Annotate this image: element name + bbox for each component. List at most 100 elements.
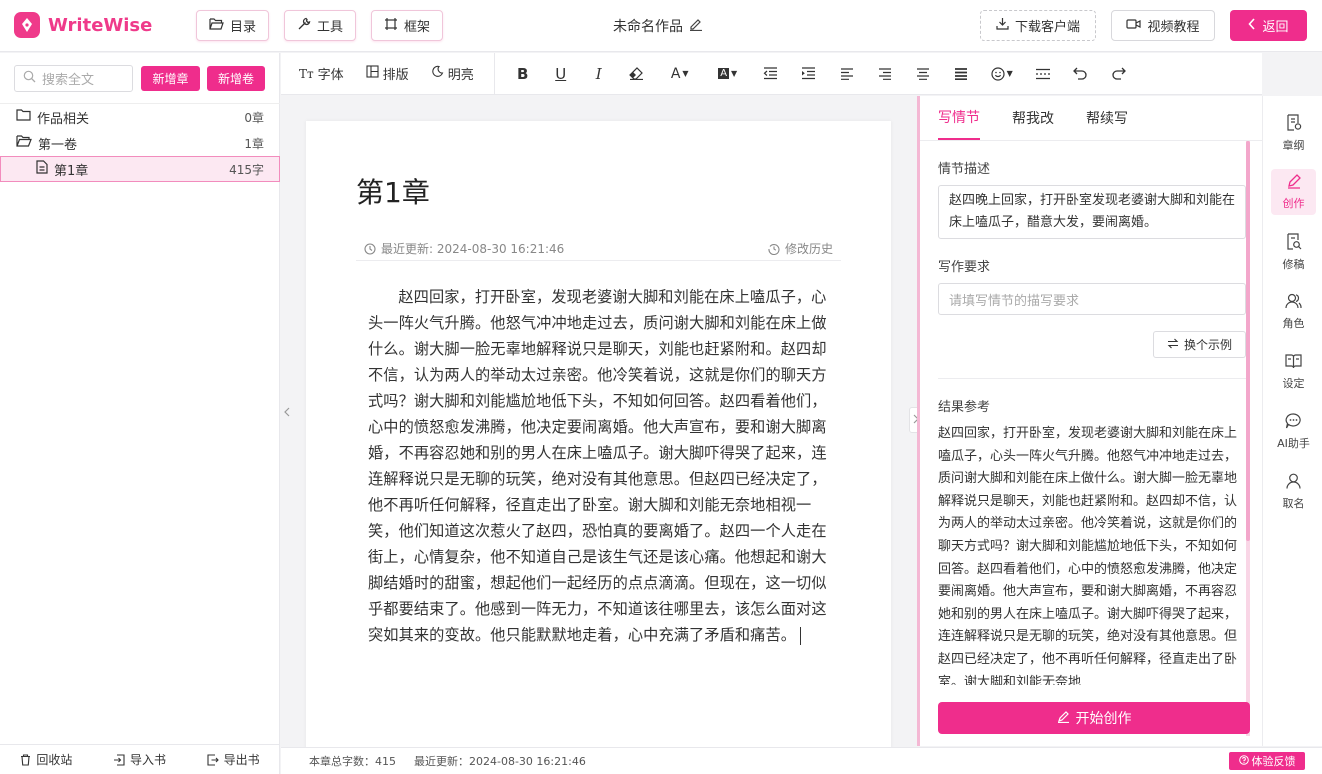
align-left-icon[interactable] (837, 64, 857, 84)
result-label: 结果参考 (938, 400, 991, 415)
divider-line-icon[interactable] (1033, 64, 1053, 84)
left-sidebar: 搜索全文 新增章 新增卷 作品相关 0章 第一卷 1章 第1章 415字 回收站… (0, 53, 280, 774)
search-placeholder: 搜索全文 (42, 73, 95, 88)
panel-tabs: 写情节 帮我改 帮续写 (938, 96, 1128, 140)
search-input[interactable]: 搜索全文 (14, 65, 133, 92)
tree-item-works[interactable]: 作品相关 0章 (0, 104, 280, 130)
rail-item-create[interactable]: 创作 (1271, 169, 1316, 215)
download-client-button[interactable]: 下载客户端 (980, 10, 1096, 41)
app-name: WriteWise (48, 14, 153, 36)
pen-icon (1057, 710, 1070, 727)
help-icon (1238, 754, 1249, 768)
swap-icon (1167, 338, 1179, 352)
tree-item-chapter-1[interactable]: 第1章 415字 (0, 156, 280, 182)
import-book-button[interactable]: 导入书 (113, 751, 166, 768)
video-tutorial-button[interactable]: 视频教程 (1111, 10, 1215, 41)
result-text: 赵四回家，打开卧室，发现老婆谢大脚和刘能在床上嗑瓜子，心头一阵火气升腾。他怒气冲… (938, 426, 1238, 685)
edit-pencil-icon[interactable] (689, 17, 703, 35)
export-book-button[interactable]: 导出书 (207, 751, 260, 768)
new-volume-button[interactable]: 新增卷 (207, 66, 265, 91)
undo-icon[interactable] (1071, 64, 1091, 84)
tab-help-edit[interactable]: 帮我改 (1012, 96, 1054, 140)
folder-icon (16, 109, 31, 125)
rail-item-settings[interactable]: 设定 (1271, 349, 1316, 395)
redo-icon[interactable] (1109, 64, 1129, 84)
rail-item-revise[interactable]: 修稿 (1271, 229, 1316, 275)
tools-button[interactable]: 工具 (284, 10, 357, 41)
wrench-icon (297, 17, 311, 35)
swap-example-button[interactable]: 换个示例 (1153, 331, 1246, 358)
layout-icon (366, 65, 379, 82)
rail-item-ai-assistant[interactable]: AI助手 (1271, 409, 1316, 455)
rail-item-naming[interactable]: 取名 (1271, 469, 1316, 515)
font-size-icon: Tт (299, 66, 314, 81)
frame-button[interactable]: 框架 (371, 10, 444, 41)
layout-button[interactable]: 排版 (366, 64, 409, 83)
logo-pen-icon (14, 12, 40, 38)
editor-area: 第1章 最近更新: 2024-08-30 16:21:46 修改历史 赵四回家，… (281, 96, 916, 751)
align-right-icon[interactable] (875, 64, 895, 84)
status-bar: 本章总字数：415 最近更新：2024-08-30 16:21:46 (281, 747, 1322, 774)
text-caret (800, 626, 802, 645)
tree-item-volume-1[interactable]: 第一卷 1章 (0, 130, 280, 156)
editor-page[interactable]: 第1章 最近更新: 2024-08-30 16:21:46 修改历史 赵四回家，… (306, 121, 891, 751)
align-justify-icon[interactable] (951, 64, 971, 84)
trash-icon (20, 753, 31, 766)
chat-bubble-icon (1285, 413, 1302, 432)
tab-write-plot[interactable]: 写情节 (938, 96, 980, 140)
collapse-sidebar-toggle[interactable] (281, 400, 293, 426)
font-color-icon[interactable]: A ▼ (665, 64, 695, 84)
users-icon (1285, 293, 1302, 312)
plot-description-input[interactable]: 赵四晚上回家，打开卧室发现老婆谢大脚和刘能在床上嗑瓜子，醋意大发，要闹离婚。 (938, 185, 1246, 239)
highlight-color-icon[interactable]: A ▼ (713, 64, 743, 84)
last-update: 最近更新: 2024-08-30 16:21:46 (364, 237, 564, 260)
document-title[interactable]: 未命名作品 (613, 16, 703, 36)
new-chapter-button[interactable]: 新增章 (141, 66, 200, 91)
rail-item-outline[interactable]: 章纲 (1271, 110, 1316, 156)
folder-open-icon (16, 135, 32, 151)
search-icon (23, 70, 36, 87)
history-icon (768, 243, 780, 255)
eraser-icon[interactable] (627, 64, 647, 84)
book-open-icon (1285, 353, 1302, 372)
pen-icon (1286, 173, 1302, 192)
ai-writing-panel: 写情节 帮我改 帮续写 情节描述 赵四晚上回家，打开卧室发现老婆谢大脚和刘能在床… (917, 96, 1262, 746)
download-icon (996, 17, 1009, 34)
italic-icon[interactable]: I (589, 64, 609, 84)
moon-icon (431, 65, 444, 82)
requirement-input[interactable]: 请填写情节的描写要求 (938, 283, 1246, 315)
folder-open-icon (209, 17, 224, 34)
catalog-button[interactable]: 目录 (196, 10, 270, 41)
chevron-left-icon (1248, 17, 1256, 34)
sidebar-footer: 回收站 导入书 导出书 (0, 744, 280, 774)
back-button[interactable]: 返回 (1230, 10, 1307, 41)
status-last-update: 最近更新：2024-08-30 16:21:46 (414, 755, 586, 768)
emoji-icon[interactable]: ▼ (989, 64, 1015, 84)
outdent-icon[interactable] (761, 64, 781, 84)
underline-icon[interactable]: U (551, 64, 571, 84)
font-button[interactable]: Tт 字体 (299, 64, 344, 84)
export-icon (207, 753, 219, 766)
align-center-icon[interactable] (913, 64, 933, 84)
brightness-button[interactable]: 明亮 (431, 64, 474, 83)
indent-icon[interactable] (799, 64, 819, 84)
video-camera-icon (1126, 18, 1142, 34)
bold-icon[interactable]: B (513, 64, 533, 84)
requirement-label: 写作要求 (938, 260, 991, 275)
revise-icon (1286, 232, 1302, 253)
tab-help-continue[interactable]: 帮续写 (1086, 96, 1128, 140)
format-toolbar: Tт 字体 排版 明亮 B U I A ▼ A ▼ ▼ (281, 52, 1262, 95)
document-icon (36, 160, 48, 178)
history-button[interactable]: 修改历史 (768, 237, 833, 260)
frame-icon (384, 17, 398, 35)
chapter-tree: 作品相关 0章 第一卷 1章 第1章 415字 (0, 103, 280, 182)
start-create-button[interactable]: 开始创作 (938, 702, 1250, 734)
import-icon (113, 753, 125, 766)
rail-item-characters[interactable]: 角色 (1271, 289, 1316, 335)
feedback-button[interactable]: 体验反馈 (1229, 752, 1305, 770)
recycle-bin-button[interactable]: 回收站 (20, 751, 72, 768)
plot-label: 情节描述 (938, 162, 991, 177)
outline-icon (1286, 113, 1302, 134)
chapter-title[interactable]: 第1章 (356, 171, 430, 211)
chapter-content[interactable]: 赵四回家，打开卧室，发现老婆谢大脚和刘能在床上嗑瓜子，心头一阵火气升腾。他怒气冲… (368, 284, 836, 648)
